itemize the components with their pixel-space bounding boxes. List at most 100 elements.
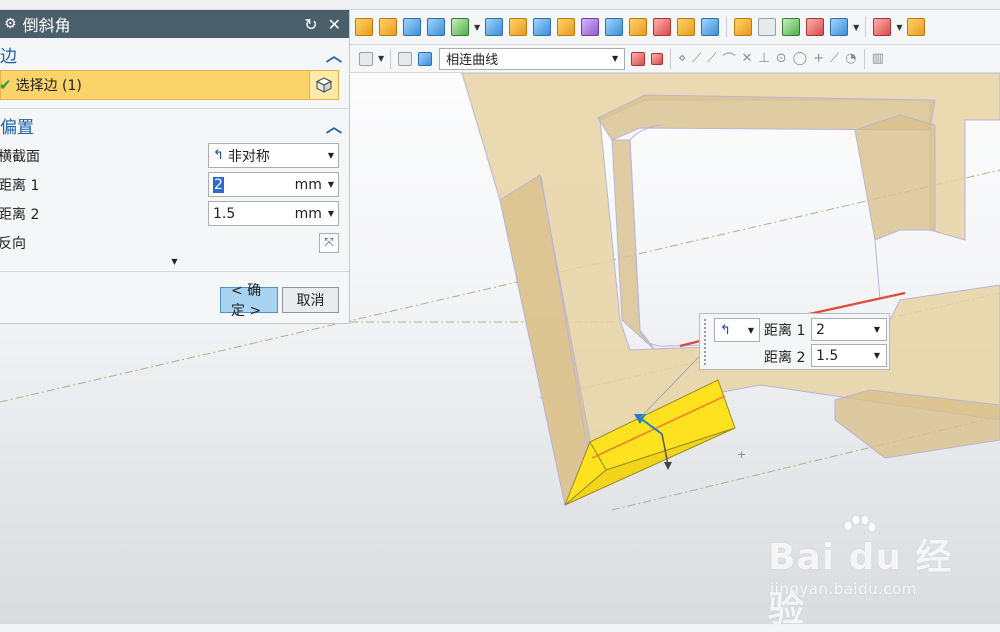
cancel-button[interactable]: 取消 xyxy=(282,287,339,313)
chevron-down-icon: ▼ xyxy=(747,325,754,335)
dialog-title-bar: ⚙ 倒斜角 ↻ ✕ xyxy=(0,10,349,38)
cross-section-select[interactable]: ↰ 非对称 ▼ xyxy=(208,143,339,168)
more-options-toggle[interactable]: ▼ xyxy=(0,257,349,272)
chevron-up-icon[interactable]: ︿ xyxy=(325,113,343,137)
toolbar-divider xyxy=(865,17,867,37)
mirror-icon[interactable] xyxy=(485,18,504,36)
offset-face-icon[interactable] xyxy=(605,18,624,36)
reverse-label: 反向 xyxy=(0,235,26,252)
chevron-down-icon[interactable]: ▼ xyxy=(896,23,902,32)
drag-handle[interactable] xyxy=(703,318,707,366)
snap-intersection-icon[interactable]: ✕ xyxy=(742,51,753,66)
distance2-unit: mm xyxy=(294,205,322,222)
distance1-label: 距离 1 xyxy=(0,177,40,194)
snap-endpoint-icon[interactable]: ⋄ xyxy=(678,51,686,66)
popup-distance2-field[interactable]: 1.5 ▼ xyxy=(811,344,887,367)
gear-icon[interactable]: ⚙ xyxy=(4,16,17,32)
unite-icon[interactable] xyxy=(403,18,421,36)
chevron-down-icon[interactable]: ▼ xyxy=(853,23,859,32)
svg-text:+: + xyxy=(737,448,746,461)
sweep-icon[interactable] xyxy=(758,18,777,36)
cross-section-row: 横截面 ↰ 非对称 ▼ xyxy=(0,141,349,170)
feature-edges-icon[interactable] xyxy=(398,51,413,66)
trim-body-icon[interactable] xyxy=(629,18,648,36)
cross-section-value: 非对称 xyxy=(227,148,270,165)
top-toolbar-strip xyxy=(0,0,1000,10)
popup-distance1-value: 2 xyxy=(816,321,825,338)
shell-icon[interactable] xyxy=(557,18,576,36)
replace-face-icon[interactable] xyxy=(677,18,696,36)
popup-cross-section-select[interactable]: ↰ ▼ xyxy=(714,318,760,342)
chevron-down-icon: ▼ xyxy=(612,54,619,63)
distance2-field[interactable]: 1.5 mm ▼ xyxy=(208,201,339,226)
popup-distance1-label: 距离 1 xyxy=(764,323,806,339)
selection-scope-icon[interactable] xyxy=(359,51,373,66)
snap-center-icon[interactable]: ⊙ xyxy=(776,51,787,66)
snap-point-icon[interactable]: + xyxy=(813,51,824,66)
fit-view-icon[interactable] xyxy=(873,18,892,36)
orient-view-icon[interactable] xyxy=(907,18,926,36)
snap-on-curve-icon[interactable]: ⟋ xyxy=(830,51,839,66)
snap-bar-icon[interactable]: ▥ xyxy=(872,51,884,66)
snap-on-face-icon[interactable]: ◔ xyxy=(845,51,856,66)
cross-section-label: 横截面 xyxy=(0,148,40,165)
snap-quadrant-icon[interactable]: ◯ xyxy=(793,51,808,66)
select-edge-label: 选择边 (1) xyxy=(15,78,82,94)
chevron-down-icon[interactable]: ▼ xyxy=(378,54,384,63)
block-icon[interactable] xyxy=(734,18,753,36)
follow-fillet-icon[interactable] xyxy=(651,52,664,65)
curve-rule-select[interactable]: 相连曲线 ▼ xyxy=(439,47,626,70)
snap-midpoint-icon[interactable]: ⟋ xyxy=(707,51,716,66)
chevron-down-icon[interactable]: ▼ xyxy=(874,325,880,334)
datum-point-icon[interactable] xyxy=(451,18,469,36)
popup-distance2-label: 距离 2 xyxy=(764,350,806,366)
feature-toolbar: ▼ ▼ ▼ xyxy=(350,10,1000,45)
chevron-down-icon[interactable]: ▼ xyxy=(328,180,334,189)
draft-icon[interactable] xyxy=(581,18,600,36)
chamfer-dialog: ⚙ 倒斜角 ↻ ✕ 边 ︿ ✔ 选择边 (1) 偏置 ︿ 横截面 ↰ 非对称 ▼ xyxy=(0,10,350,324)
distance2-value: 1.5 xyxy=(213,205,236,222)
onscreen-input-box: ↰ ▼ 距离 1 2 ▼ 距离 2 1.5 ▼ xyxy=(699,313,890,370)
toolbar-divider xyxy=(670,48,672,69)
chevron-down-icon[interactable]: ▼ xyxy=(328,209,334,218)
edge-blend-icon[interactable] xyxy=(509,18,528,36)
chevron-up-icon[interactable]: ︿ xyxy=(325,42,343,66)
move-face-icon[interactable] xyxy=(701,18,720,36)
reverse-direction-icon[interactable]: ⤧ xyxy=(319,232,339,253)
baidu-watermark: Bai du 经验 jingyan.baidu.com xyxy=(768,514,958,630)
snap-line-icon[interactable]: ⟋ xyxy=(692,51,701,66)
distance1-field[interactable]: 2 mm ▼ xyxy=(208,172,339,197)
chevron-down-icon[interactable]: ▼ xyxy=(171,257,177,266)
select-edge-row[interactable]: ✔ 选择边 (1) xyxy=(0,70,339,100)
chevron-down-icon[interactable]: ▼ xyxy=(874,351,880,360)
section-view-icon[interactable] xyxy=(806,18,825,36)
reset-icon[interactable]: ↻ xyxy=(304,15,317,34)
snap-curve-icon[interactable]: ⌒ xyxy=(723,49,736,68)
checkmark-icon: ✔ xyxy=(0,76,12,94)
snap-perpendicular-icon[interactable]: ⊥ xyxy=(758,51,769,66)
pattern-icon[interactable] xyxy=(379,18,397,36)
edge-selector-cube-icon[interactable] xyxy=(309,71,338,99)
ok-button[interactable]: < 确定 > xyxy=(220,283,278,319)
render-style-icon[interactable] xyxy=(830,18,849,36)
chevron-down-icon: ▼ xyxy=(327,151,334,160)
reverse-row: 反向 ⤧ xyxy=(0,228,349,257)
offset-group-title: 偏置 xyxy=(0,117,34,138)
extrude-icon[interactable] xyxy=(355,18,373,36)
chamfer-icon[interactable] xyxy=(533,18,552,36)
edge-group-title: 边 xyxy=(0,46,17,67)
solid-filter-icon[interactable] xyxy=(418,51,433,66)
face-color-icon[interactable] xyxy=(782,18,801,36)
watermark-url: jingyan.baidu.com xyxy=(770,580,917,598)
distance1-value: 2 xyxy=(213,176,224,193)
stop-at-intersection-icon[interactable] xyxy=(631,51,646,66)
popup-distance1-field[interactable]: 2 ▼ xyxy=(811,318,887,341)
chevron-down-icon[interactable]: ▼ xyxy=(474,23,480,32)
split-body-icon[interactable] xyxy=(653,18,672,36)
edge-group-header[interactable]: 边 ︿ xyxy=(0,38,349,70)
close-icon[interactable]: ✕ xyxy=(328,15,341,34)
distance1-row: 距离 1 2 mm ▼ xyxy=(0,170,349,199)
curve-rule-value: 相连曲线 xyxy=(446,53,499,68)
subtract-icon[interactable] xyxy=(427,18,445,36)
offset-group-header[interactable]: 偏置 ︿ xyxy=(0,109,349,141)
